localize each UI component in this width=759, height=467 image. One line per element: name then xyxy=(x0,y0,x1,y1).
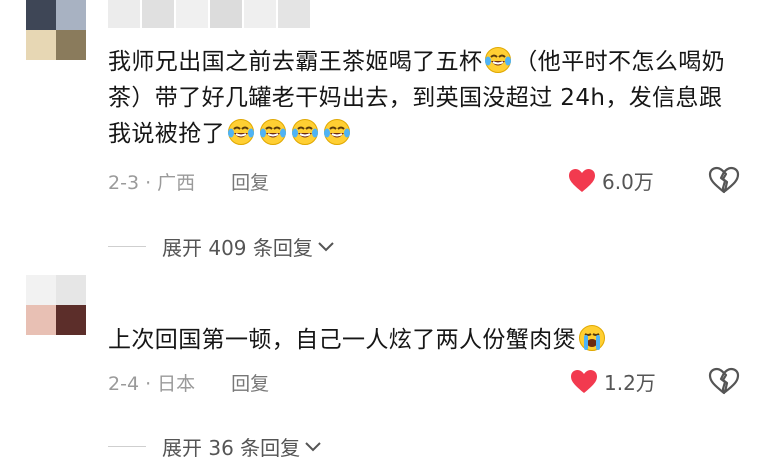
crying-laughing-emoji-icon xyxy=(485,47,512,73)
reply-button[interactable]: 回复 xyxy=(231,168,269,195)
crying-laughing-emoji-icon xyxy=(292,119,318,145)
comment-text: 我师兄出国之前去霸王茶姬喝了五杯 （他平时不怎么喝奶茶）带了好几罐老干妈出去，到英… xyxy=(108,44,738,152)
loudly-crying-emoji-icon xyxy=(579,325,605,351)
crying-laughing-emoji-icon xyxy=(228,119,254,145)
broken-heart-icon xyxy=(708,166,740,194)
comment-text: 上次回国第一顿，自己一人炫了两人份蟹肉煲 xyxy=(108,322,738,358)
comment-meta: 2-3 · 广西 回复 xyxy=(108,168,269,195)
dislike-button[interactable] xyxy=(708,166,740,198)
expand-replies-button[interactable]: 展开 409 条回复 xyxy=(108,232,335,261)
like-button[interactable]: 1.2万 xyxy=(570,367,656,396)
expand-replies-label: 展开 36 条回复 xyxy=(162,436,301,460)
chevron-down-icon xyxy=(305,441,321,451)
divider xyxy=(108,246,146,247)
heart-icon xyxy=(571,369,597,393)
chevron-down-icon xyxy=(318,241,334,251)
like-count: 1.2万 xyxy=(604,371,656,395)
date-location: 2-4 · 日本 xyxy=(108,373,196,395)
heart-icon xyxy=(569,168,595,192)
dislike-button[interactable] xyxy=(708,367,740,399)
reply-button[interactable]: 回复 xyxy=(231,369,269,396)
avatar[interactable] xyxy=(26,0,86,60)
avatar[interactable] xyxy=(26,275,86,335)
comment-meta: 2-4 · 日本 回复 xyxy=(108,369,269,396)
expand-replies-label: 展开 409 条回复 xyxy=(162,236,313,260)
like-button[interactable]: 6.0万 xyxy=(568,166,654,195)
crying-laughing-emoji-icon xyxy=(324,119,350,145)
like-count: 6.0万 xyxy=(602,170,654,194)
username-blurred[interactable] xyxy=(108,0,310,28)
broken-heart-icon xyxy=(708,367,740,395)
divider xyxy=(108,446,146,447)
date-location: 2-3 · 广西 xyxy=(108,172,196,194)
expand-replies-button[interactable]: 展开 36 条回复 xyxy=(108,432,322,461)
crying-laughing-emoji-icon xyxy=(260,119,286,145)
